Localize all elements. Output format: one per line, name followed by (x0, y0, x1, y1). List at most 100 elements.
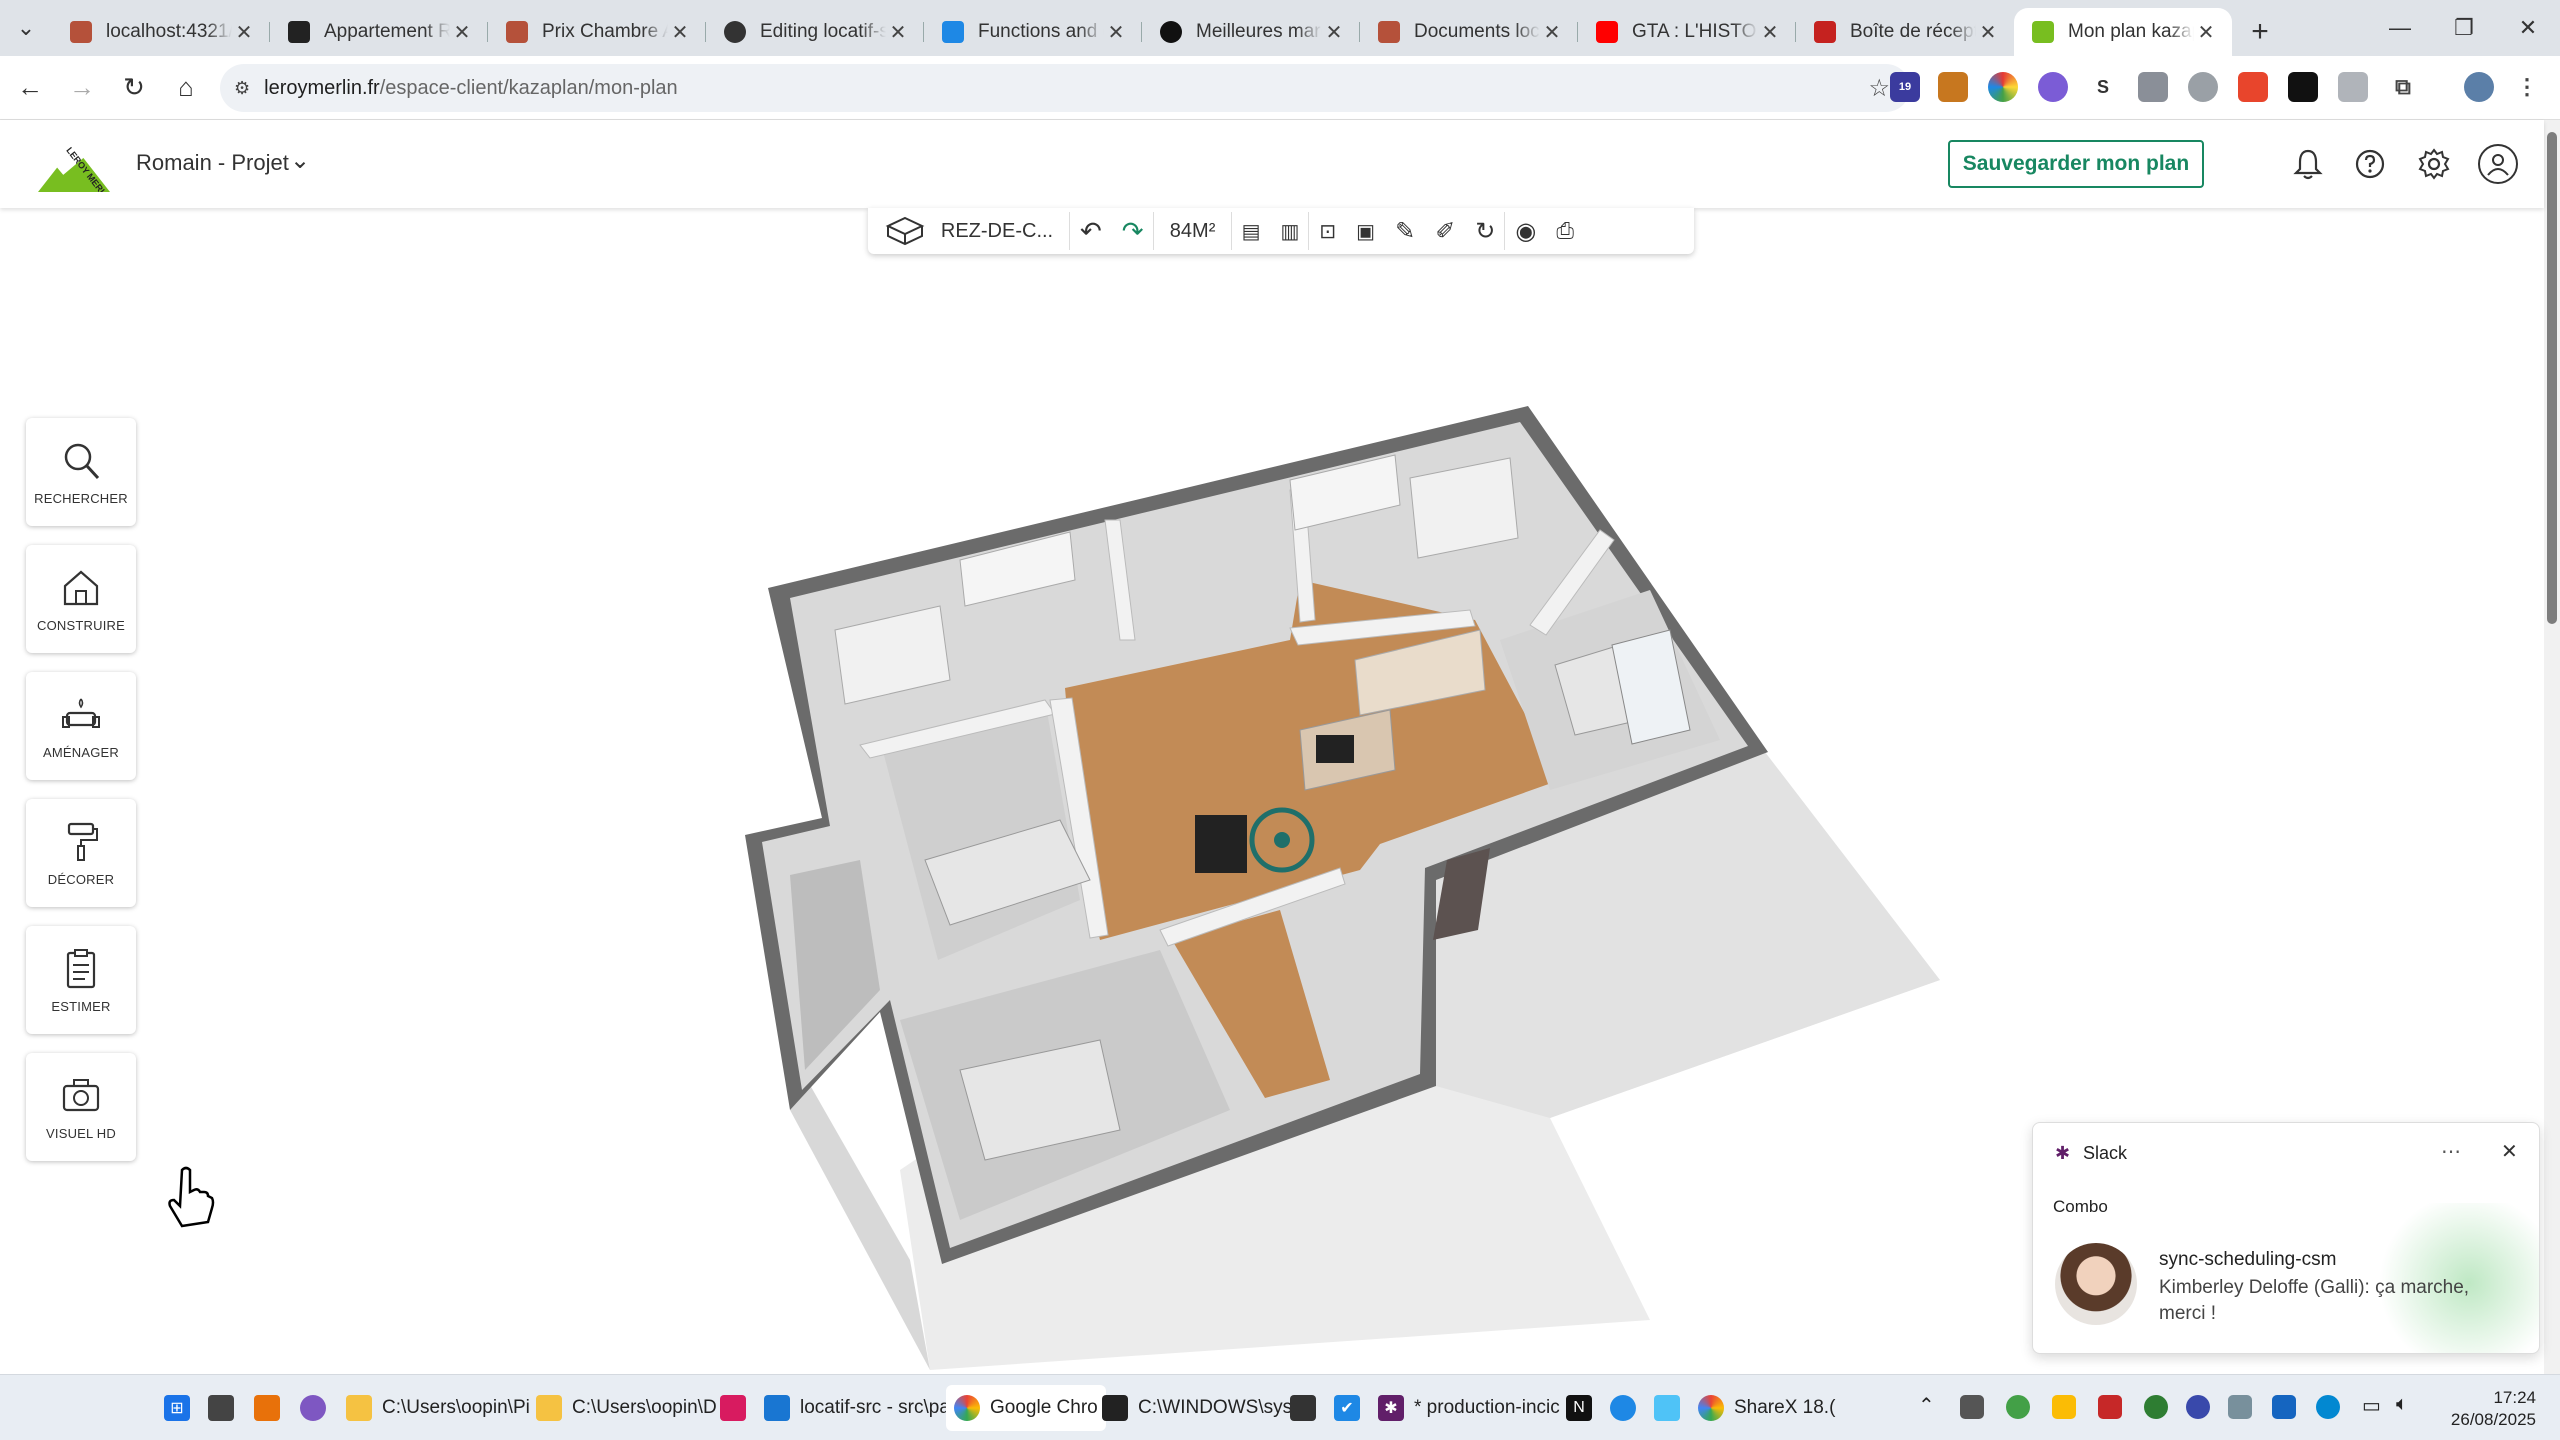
area-display[interactable]: 84M² (1154, 208, 1232, 254)
extensions-puzzle-icon[interactable]: ⧉ (2388, 72, 2418, 102)
bell-icon[interactable] (2288, 144, 2328, 184)
redo-button[interactable]: ↷ (1112, 208, 1154, 254)
taskbar-window[interactable]: C:\WINDOWS\sys (1102, 1385, 1292, 1431)
tab-close-icon[interactable]: ✕ (232, 20, 256, 45)
extension-icon[interactable]: S (2088, 72, 2118, 102)
bookmark-star-icon[interactable]: ☆ (1868, 74, 1890, 103)
profile-avatar[interactable] (2464, 72, 2494, 102)
extension-icon[interactable]: 19 (1890, 72, 1920, 102)
close-notification-button[interactable]: ✕ (2501, 1139, 2518, 1164)
browser-tab-active[interactable]: Mon plan kazap ✕ (2014, 8, 2232, 56)
taskbar-app[interactable] (1654, 1385, 1680, 1431)
network-icon[interactable]: ▭ (2362, 1393, 2381, 1418)
browser-tab[interactable]: localhost:4321/r ✕ (52, 8, 270, 56)
taskbar-app[interactable]: ✔ (1334, 1385, 1360, 1431)
undo-button[interactable]: ↶ (1070, 208, 1112, 254)
taskbar-app[interactable] (254, 1385, 280, 1431)
address-bar[interactable]: ⚙ leroymerlin.fr/espace-client/kazaplan/… (220, 64, 1910, 112)
browser-tab[interactable]: Meilleures marq ✕ (1142, 8, 1360, 56)
extension-icon[interactable] (2188, 72, 2218, 102)
browser-tab[interactable]: Documents loca ✕ (1360, 8, 1578, 56)
page-scrollbar[interactable] (2544, 120, 2560, 1374)
site-info-icon[interactable]: ⚙ (234, 78, 250, 99)
back-button[interactable]: ← (4, 62, 56, 114)
browser-tab[interactable]: Functions and d ✕ (924, 8, 1142, 56)
slack-notification[interactable]: ✱ Slack ⋯ ✕ Combo sync-scheduling-csm Ki… (2032, 1122, 2540, 1354)
rotate-button[interactable]: ↻ (1465, 208, 1506, 254)
tab-close-icon[interactable]: ✕ (1104, 20, 1128, 45)
taskbar-window[interactable]: locatif-src - src\pa (764, 1385, 950, 1431)
side-tool-estimate[interactable]: ESTIMER (26, 926, 136, 1034)
taskbar-app[interactable]: N (1566, 1385, 1592, 1431)
tray-icon[interactable] (2006, 1395, 2030, 1419)
user-account-icon[interactable] (2478, 144, 2518, 184)
browser-tab[interactable]: Boîte de récepti ✕ (1796, 8, 2014, 56)
tray-icon[interactable] (2098, 1395, 2122, 1419)
taskbar-app[interactable] (300, 1385, 326, 1431)
tray-icon[interactable] (2186, 1395, 2210, 1419)
taskbar-window[interactable]: C:\Users\oopin\D (536, 1385, 717, 1431)
help-icon[interactable] (2350, 144, 2390, 184)
tray-icon[interactable] (2052, 1395, 2076, 1419)
restore-button[interactable]: ❐ (2432, 0, 2496, 56)
extension-icon[interactable] (1988, 72, 2018, 102)
browser-tab[interactable]: GTA : L'HISTOIR✕ (1578, 8, 1796, 56)
map-view-button[interactable]: ▥ (1271, 208, 1310, 254)
side-tool-hd-visual[interactable]: VISUEL HD (26, 1053, 136, 1161)
floor-selector[interactable]: REZ-DE-C... (868, 208, 1070, 254)
forward-button[interactable]: → (56, 62, 108, 114)
volume-icon[interactable]: 🔈︎ (2396, 1393, 2408, 1416)
3d-walls-button[interactable]: ▣ (1346, 208, 1385, 254)
save-plan-button[interactable]: Sauvegarder mon plan (1948, 140, 2204, 188)
eyedropper-button[interactable]: ✐ (1425, 208, 1465, 254)
side-tool-build[interactable]: CONSTRUIRE (26, 545, 136, 653)
settings-gear-icon[interactable] (2414, 144, 2454, 184)
tab-close-icon[interactable]: ✕ (450, 20, 474, 45)
taskbar-app[interactable] (1290, 1385, 1316, 1431)
browser-menu-icon[interactable]: ⋮ (2512, 72, 2542, 102)
tray-icon[interactable] (2144, 1395, 2168, 1419)
scrollbar-thumb[interactable] (2547, 132, 2557, 624)
plan-2d-button[interactable]: ▤ (1232, 208, 1271, 254)
tray-icon[interactable] (2316, 1395, 2340, 1419)
extension-icon[interactable] (2288, 72, 2318, 102)
extension-icon[interactable] (2338, 72, 2368, 102)
print-button[interactable]: ⎙ (1546, 208, 1584, 254)
extension-icon[interactable] (1938, 72, 1968, 102)
browser-tab[interactable]: Editing locatif-s ✕ (706, 8, 924, 56)
tab-close-icon[interactable]: ✕ (886, 20, 910, 45)
tray-icon[interactable] (1960, 1395, 1984, 1419)
taskbar-window-active[interactable]: Google Chro (946, 1385, 1106, 1431)
tray-icon[interactable] (2272, 1395, 2296, 1419)
reload-button[interactable]: ↻ (108, 62, 160, 114)
taskbar-app[interactable] (720, 1385, 746, 1431)
tab-search-button[interactable]: ⌄ (0, 0, 52, 56)
start-button[interactable]: ⊞ (164, 1385, 190, 1431)
tab-close-icon[interactable]: ✕ (668, 20, 692, 45)
tray-icon[interactable] (2228, 1395, 2252, 1419)
tab-close-icon[interactable]: ✕ (1976, 20, 2000, 45)
project-name[interactable]: Romain - Projet (136, 150, 289, 176)
extension-icon[interactable] (2138, 72, 2168, 102)
extension-icon[interactable] (2038, 72, 2068, 102)
extension-icon[interactable] (2238, 72, 2268, 102)
taskbar-app[interactable] (1610, 1385, 1636, 1431)
tab-close-icon[interactable]: ✕ (2194, 20, 2218, 45)
tab-close-icon[interactable]: ✕ (1758, 20, 1782, 45)
close-window-button[interactable]: ✕ (2496, 0, 2560, 56)
draw-button[interactable]: ✎ (1385, 208, 1425, 254)
tab-close-icon[interactable]: ✕ (1322, 20, 1346, 45)
view-button[interactable]: ◉ (1505, 208, 1546, 254)
new-tab-button[interactable]: + (2232, 8, 2288, 56)
chevron-down-icon[interactable]: ⌄ (290, 146, 310, 175)
more-options-icon[interactable]: ⋯ (2441, 1139, 2461, 1164)
lock-button[interactable]: ⊡ (1309, 208, 1346, 254)
taskbar-window[interactable]: ShareX 18.( (1698, 1385, 1835, 1431)
taskbar-window[interactable]: ✱ * production-incic (1378, 1385, 1560, 1431)
tab-close-icon[interactable]: ✕ (1540, 20, 1564, 45)
leroy-merlin-logo[interactable]: LEROY MERLIN (38, 138, 110, 192)
browser-tab[interactable]: Appartement R ✕ (270, 8, 488, 56)
side-tool-search[interactable]: RECHERCHER (26, 418, 136, 526)
side-tool-furnish[interactable]: AMÉNAGER (26, 672, 136, 780)
minimize-button[interactable]: — (2368, 0, 2432, 56)
